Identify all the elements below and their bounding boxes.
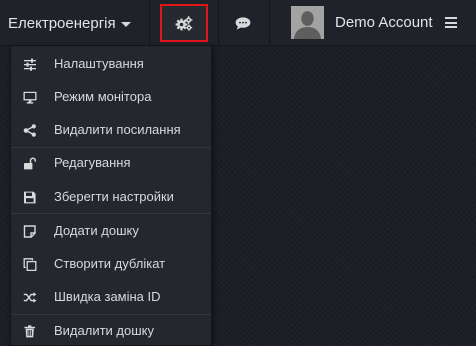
menu-item-duplicate[interactable]: Створити дублікат [11, 249, 211, 279]
dashboard-picker[interactable]: Електроенергія [0, 0, 145, 46]
menu-item-settings[interactable]: Налаштування [11, 49, 211, 79]
share-icon [23, 124, 37, 137]
dashboard-settings-button[interactable] [160, 4, 208, 42]
menu-item-save-settings[interactable]: Зберегти настройки [11, 182, 211, 212]
menu-item-delete-board[interactable]: Видалити дошку [11, 316, 211, 346]
sticky-note-icon [23, 225, 37, 238]
copy-icon [23, 258, 37, 271]
menu-item-label: Зберегти настройки [54, 189, 174, 204]
menu-item-label: Видалити дошку [54, 323, 155, 338]
cogs-icon [175, 15, 193, 31]
sliders-icon [23, 58, 37, 71]
navbar-divider [269, 0, 270, 46]
user-name: Demo Account [335, 14, 433, 31]
menu-divider [11, 213, 211, 214]
comments-button[interactable] [218, 0, 268, 46]
menu-item-label: Налаштування [54, 56, 144, 71]
unlock-icon [23, 157, 37, 170]
trash-icon [23, 325, 37, 338]
menu-item-label: Додати дошку [54, 223, 139, 238]
menu-item-quick-id-replace[interactable]: Швидка заміна ID [11, 282, 211, 312]
user-menu[interactable]: Demo Account [278, 0, 476, 46]
navbar-divider [149, 0, 150, 46]
avatar [291, 6, 324, 39]
menu-item-delete-link[interactable]: Видалити посилання [11, 115, 211, 145]
dashboard-title: Електроенергія [8, 14, 116, 32]
dashboard-settings-menu: Налаштування Режим монітора Видалити пос… [10, 46, 212, 345]
menu-item-label: Видалити посилання [54, 122, 181, 137]
menu-item-add-board[interactable]: Додати дошку [11, 216, 211, 246]
menu-item-edit[interactable]: Редагування [11, 148, 211, 178]
random-icon [23, 291, 37, 304]
menu-item-label: Режим монітора [54, 89, 152, 104]
caret-down-icon [120, 21, 131, 27]
save-icon [23, 191, 37, 204]
menu-item-label: Створити дублікат [54, 256, 166, 271]
bars-icon [445, 17, 457, 28]
menu-divider [11, 314, 211, 315]
top-navbar: Електроенергія Demo Account [0, 0, 476, 46]
menu-item-label: Швидка заміна ID [54, 289, 161, 304]
desktop-icon [23, 91, 37, 104]
menu-item-monitor-mode[interactable]: Режим монітора [11, 82, 211, 112]
menu-item-label: Редагування [54, 155, 131, 170]
comment-icon [235, 16, 251, 30]
